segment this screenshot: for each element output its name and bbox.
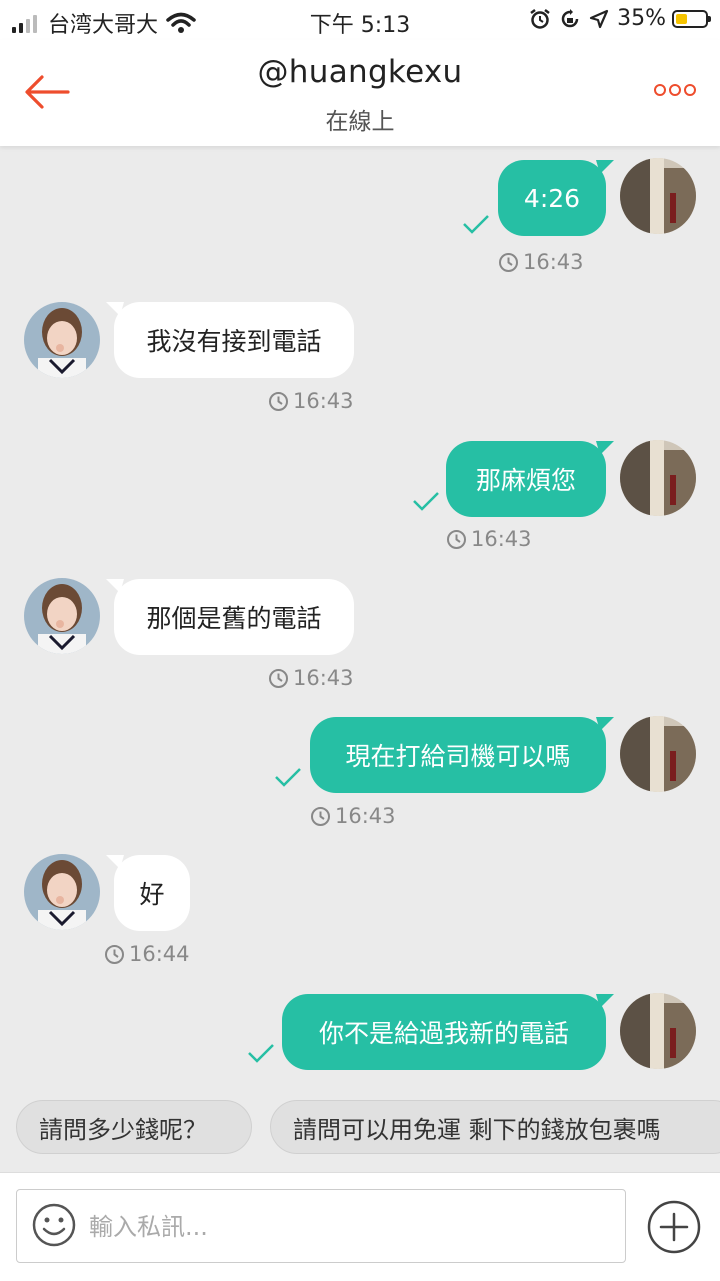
more-options-icon[interactable] (651, 84, 696, 96)
message-input[interactable] (87, 1208, 611, 1246)
message-text: 我沒有接到電話 (146, 327, 322, 356)
battery-percent: 35% (617, 6, 666, 31)
chat-header: @huangkexu 在線上 (0, 40, 720, 146)
quick-reply-chip[interactable]: 請問多少錢呢？ (16, 1100, 252, 1154)
online-status: 在線上 (325, 109, 395, 135)
message-text: 好 (139, 880, 165, 909)
my-avatar[interactable] (620, 993, 696, 1069)
chat-title: @huangkexu (257, 54, 463, 90)
message-input-box[interactable] (16, 1189, 626, 1263)
message-time: 16:43 (268, 666, 354, 690)
my-avatar[interactable] (620, 440, 696, 516)
clock-icon (447, 529, 466, 549)
sent-check-icon (275, 768, 301, 787)
sent-check-icon (463, 215, 489, 234)
message-time: 16:43 (268, 389, 354, 413)
message-text: 你不是給過我新的電話 (318, 1019, 569, 1048)
clock-icon (269, 668, 288, 688)
message-bubble[interactable]: 那個是舊的電話 (106, 579, 354, 655)
message-time: 16:44 (104, 942, 190, 966)
contact-avatar[interactable] (24, 854, 100, 930)
clock-icon (269, 391, 288, 411)
battery-icon (672, 9, 711, 28)
message-text: 那個是舊的電話 (146, 604, 322, 633)
add-attachment-icon[interactable] (646, 1199, 702, 1255)
location-icon (589, 9, 609, 28)
contact-avatar[interactable] (24, 302, 100, 378)
message-time: 16:43 (446, 527, 532, 551)
rotation-lock-icon (561, 8, 579, 27)
message-bubble[interactable]: 4:26 (498, 160, 614, 236)
my-avatar[interactable] (620, 158, 696, 234)
clock-icon (105, 944, 124, 964)
message-text: 那麻煩您 (475, 466, 576, 495)
clock-icon (499, 252, 518, 272)
message-time: 16:43 (310, 804, 396, 828)
message-time: 16:43 (498, 250, 584, 274)
quick-reply-chip[interactable]: 請問可以用免運 剩下的錢放包裹嗎 (270, 1100, 720, 1154)
status-bar: 台湾大哥大 下午 5:13 35% (0, 0, 720, 40)
contact-avatar[interactable] (24, 578, 100, 654)
message-bubble[interactable]: 我沒有接到電話 (106, 302, 354, 378)
message-composer (0, 1172, 720, 1281)
message-bubble[interactable]: 那麻煩您 (446, 441, 614, 517)
message-bubble[interactable]: 你不是給過我新的電話 (282, 994, 614, 1070)
emoji-icon[interactable] (31, 1202, 77, 1248)
clock-icon (311, 806, 330, 826)
message-bubble[interactable]: 現在打給司機可以嗎 (310, 717, 614, 793)
message-text: 現在打給司機可以嗎 (345, 742, 571, 771)
message-list[interactable]: 4:26 16:43 我沒有接到電話 16:43 那麻煩您 16:43 那個是舊… (0, 148, 720, 1084)
sent-check-icon (248, 1044, 274, 1063)
my-avatar[interactable] (620, 716, 696, 792)
message-bubble[interactable]: 好 (106, 855, 190, 931)
alarm-icon (530, 8, 550, 29)
sent-check-icon (413, 492, 439, 511)
message-text: 4:26 (523, 183, 581, 213)
